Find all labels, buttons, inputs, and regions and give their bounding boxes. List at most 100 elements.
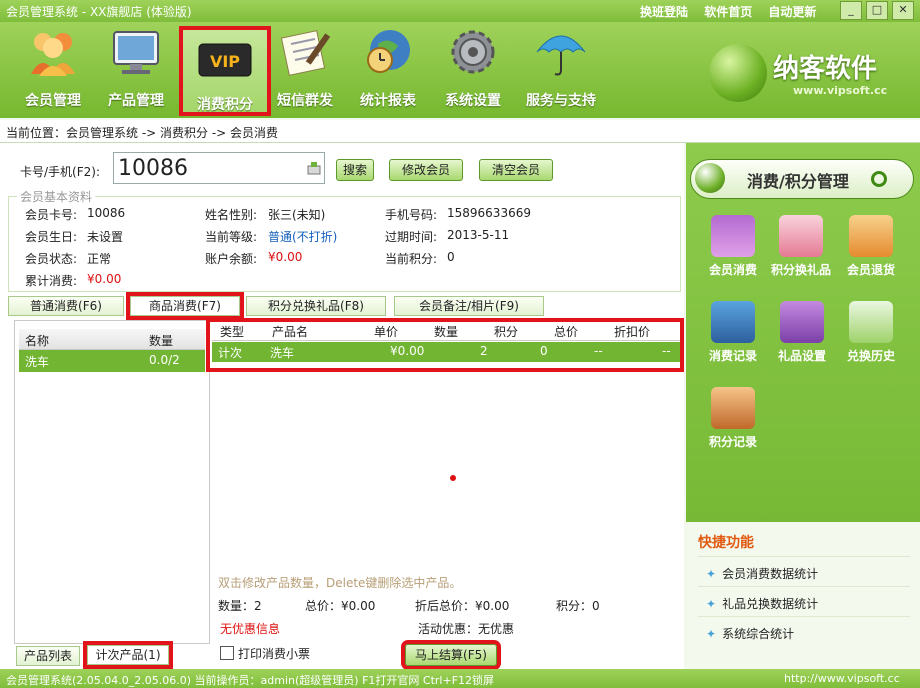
edit-member-button[interactable]: 修改会员 [389,159,463,181]
gift-icon [779,215,823,257]
close-button[interactable]: ✕ [892,1,914,20]
card-icon [711,215,755,257]
points-label: 当前积分: [385,252,438,266]
side-item-points-records[interactable]: 积分记录 [700,387,766,450]
umbrella-icon [536,35,586,76]
summary-points: 积分：0 [556,599,600,613]
status-text: 会员管理系统(2.05.04.0_2.05.06.0) 当前操作员：admin(… [6,674,495,687]
breadcrumb-text: 当前位置：会员管理系统 -> 消费积分 -> 会员消费 [6,126,279,140]
monitor-icon [113,31,159,74]
logo-url: www.vipsoft.cc [793,84,888,97]
cursor-dot [450,475,456,481]
side-item-exchange-history[interactable]: 兑换历史 [838,301,904,364]
total-spent-label: 累计消费: [25,274,78,288]
divider [698,556,910,557]
breadcrumb: 当前位置：会员管理系统 -> 消费积分 -> 会员消费 [0,120,920,143]
selected-products-grid: 类型 产品名 单价 数量 积分 总价 折扣价 计次 洗车 ¥0.00 2 0 -… [206,318,684,640]
card-no-label: 会员卡号: [25,208,78,222]
checkout-button[interactable]: 马上结算(F5) [401,640,501,670]
count-products-button[interactable]: 计次产品(1) [83,641,173,669]
expire-value: 2013-5-11 [447,228,510,242]
level-label: 当前等级: [205,230,258,244]
summary-total: 总价：¥0.00 [305,599,376,613]
side-item-gift-settings[interactable]: 礼品设置 [769,301,835,364]
logo-ball-icon [709,44,767,102]
clear-member-button[interactable]: 清空会员 [479,159,553,181]
cell-discount: -- [662,344,671,358]
summary-qty: 数量：2 [218,599,262,613]
software-home-link[interactable]: 软件首页 [704,5,752,19]
col-product: 产品名 [272,325,309,339]
phone-label: 手机号码: [385,208,438,222]
maximize-button[interactable]: □ [866,1,888,20]
nav-statistics-reports[interactable]: 统计报表 [352,26,424,112]
col-total: 总价 [554,325,579,339]
status-bar: 会员管理系统(2.05.04.0_2.05.06.0) 当前操作员：admin(… [0,669,920,688]
nav-product-management[interactable]: 产品管理 [100,26,172,112]
status-url[interactable]: http://www.vipsoft.cc [784,672,900,685]
side-item-label: 会员退货 [846,263,895,277]
quick-item-gift-stats[interactable]: 礼品兑换数据统计 [706,595,818,612]
nav-sms-broadcast[interactable]: 短信群发 [272,26,338,112]
tab-normal-consumption[interactable]: 普通消费(F6) [8,296,124,316]
side-item-member-return[interactable]: 会员退货 [838,215,904,278]
brand-logo: 纳客软件 www.vipsoft.cc [705,40,905,116]
title-bar: 会员管理系统 - XX旗舰店 (体验版) 换班登陆 软件首页 自动更新 _ □ … [0,0,920,22]
card-reader-icon[interactable] [306,160,322,176]
nav-member-management[interactable]: 会员管理 [18,26,88,112]
side-ring-icon [871,171,887,187]
side-item-label: 兑换历史 [846,349,895,363]
auto-update-link[interactable]: 自动更新 [768,5,816,19]
expire-label: 过期时间: [385,230,438,244]
tab-product-consumption[interactable]: 商品消费(F7) [126,292,244,320]
laptop-icon [711,301,755,343]
promo-text: 活动优惠：无优惠 [418,622,515,636]
side-orb-icon [695,163,725,193]
notepad-icon [280,30,331,76]
side-item-label: 会员消费 [708,263,757,277]
card-input[interactable]: 10086 [113,152,325,184]
side-item-label: 礼品设置 [777,349,826,363]
minimize-button[interactable]: _ [840,1,862,20]
side-item-points-gift[interactable]: 积分换礼品 [766,215,836,278]
birthday-label: 会员生日: [25,230,78,244]
switch-shift-link[interactable]: 换班登陆 [640,5,688,19]
tab-points-exchange[interactable]: 积分兑换礼品(F8) [246,296,386,316]
nav-label: 服务与支持 [526,93,596,109]
globe-clock-icon [367,30,410,73]
search-button[interactable]: 搜索 [336,159,374,181]
left-grid-header: 名称 数量 [19,329,205,350]
list-item[interactable]: 洗车 0.0/2 [19,350,205,372]
cell-points: 0 [540,344,548,358]
quick-item-system-stats[interactable]: 系统综合统计 [706,625,794,642]
people-icon [31,33,75,76]
side-item-member-consumption[interactable]: 会员消费 [700,215,766,278]
col-points: 积分 [494,325,519,339]
cell-total: -- [594,344,603,358]
level-value: 普通(不打折) [268,230,338,244]
nav-label: 产品管理 [108,93,164,109]
points-value: 0 [447,250,455,264]
cell-type: 计次 [218,346,243,360]
print-receipt-checkbox[interactable] [220,646,234,660]
col-qty: 数量 [434,325,459,339]
svg-text:VIP: VIP [210,52,240,71]
card-no-value: 10086 [87,206,126,220]
table-row[interactable]: 计次 洗车 ¥0.00 2 0 -- -- [212,342,680,362]
nav-consumption-points[interactable]: VIP 消费积分 [179,26,271,116]
print-receipt-label: 打印消费小票 [238,647,311,661]
side-item-consumption-records[interactable]: 消费记录 [700,301,766,364]
nav-system-settings[interactable]: 系统设置 [438,26,508,112]
tab-member-notes[interactable]: 会员备注/相片(F9) [394,296,544,316]
side-header: 消费/积分管理 [690,159,914,199]
quick-item-consumption-stats[interactable]: 会员消费数据统计 [706,565,818,582]
divider [698,616,910,617]
nav-label: 消费积分 [197,97,253,113]
birthday-value: 未设置 [87,230,124,244]
phone-value: 15896633669 [447,206,531,220]
product-list-button[interactable]: 产品列表 [16,646,80,666]
computer-icon [711,387,755,429]
nav-service-support[interactable]: 服务与支持 [520,26,602,112]
nav-label: 系统设置 [445,93,501,109]
gear-icon [451,30,495,74]
